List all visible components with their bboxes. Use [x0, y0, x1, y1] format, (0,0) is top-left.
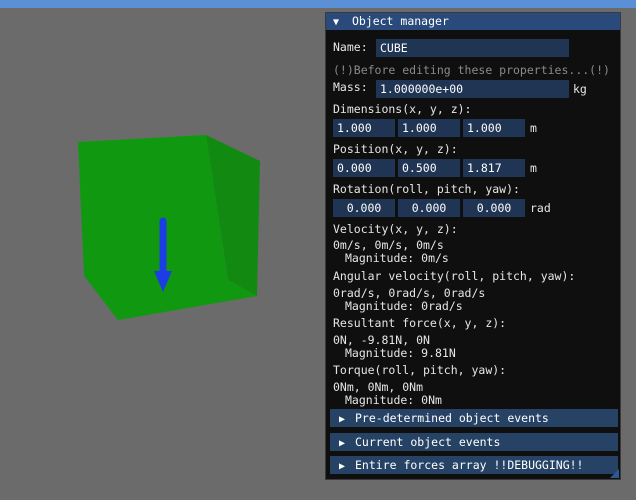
section-label: Pre-determined object events — [355, 411, 549, 425]
mass-input[interactable]: 1.000000e+00 — [376, 80, 569, 98]
position-x-input[interactable]: 0.000 — [333, 159, 395, 177]
position-y-input[interactable]: 0.500 — [398, 159, 460, 177]
position-z-input[interactable]: 1.817 — [463, 159, 525, 177]
velocity-label: Velocity(x, y, z): — [333, 222, 458, 236]
rotation-pitch-input[interactable]: 0.000 — [398, 199, 460, 217]
collapse-triangle-icon[interactable]: ▼ — [333, 14, 345, 31]
angular-velocity-magnitude: Magnitude: 0rad/s — [345, 299, 463, 313]
resultant-force-value: 0N, -9.81N, 0N — [333, 333, 430, 347]
name-input[interactable]: CUBE — [376, 39, 569, 57]
rotation-label: Rotation(roll, pitch, yaw): — [333, 182, 520, 196]
expand-triangle-icon: ▶ — [339, 414, 346, 425]
section-label: Entire forces array !!DEBUGGING!! — [355, 458, 584, 472]
window-title: Object manager — [351, 14, 449, 28]
position-label: Position(x, y, z): — [333, 142, 458, 156]
dimension-x-input[interactable]: 1.000 — [333, 119, 395, 137]
resultant-force-magnitude: Magnitude: 9.81N — [345, 346, 456, 360]
section-forces-array[interactable]: ▶ Entire forces array !!DEBUGGING!! — [330, 456, 618, 474]
section-label: Current object events — [355, 435, 501, 449]
resize-grip-icon[interactable] — [610, 469, 619, 478]
angular-velocity-label: Angular velocity(roll, pitch, yaw): — [333, 269, 576, 283]
section-current-events[interactable]: ▶ Current object events — [330, 433, 618, 451]
rotation-roll-input[interactable]: 0.000 — [333, 199, 395, 217]
dimension-z-input[interactable]: 1.000 — [463, 119, 525, 137]
velocity-magnitude: Magnitude: 0m/s — [345, 251, 449, 265]
expand-triangle-icon: ▶ — [339, 438, 346, 449]
dimensions-label: Dimensions(x, y, z): — [333, 102, 472, 116]
object-manager-titlebar[interactable]: ▼ Object manager — [326, 13, 620, 30]
dimension-y-input[interactable]: 1.000 — [398, 119, 460, 137]
dimensions-unit: m — [530, 121, 537, 135]
torque-magnitude: Magnitude: 0Nm — [345, 393, 442, 407]
torque-label: Torque(roll, pitch, yaw): — [333, 363, 507, 377]
rotation-unit: rad — [530, 201, 551, 215]
window-top-bar — [0, 0, 636, 8]
name-label: Name: — [333, 40, 368, 54]
resultant-force-label: Resultant force(x, y, z): — [333, 316, 507, 330]
warning-text: (!)Before editing these properties...(!) — [333, 63, 610, 77]
position-unit: m — [530, 161, 537, 175]
velocity-value: 0m/s, 0m/s, 0m/s — [333, 238, 444, 252]
section-predetermined-events[interactable]: ▶ Pre-determined object events — [330, 409, 618, 427]
rotation-yaw-input[interactable]: 0.000 — [463, 199, 525, 217]
expand-triangle-icon: ▶ — [339, 461, 346, 472]
mass-unit: kg — [573, 82, 587, 96]
mass-label: Mass: — [333, 80, 368, 94]
torque-value: 0Nm, 0Nm, 0Nm — [333, 380, 424, 394]
object-manager-window[interactable]: ▼ Object manager Name: CUBE (!)Before ed… — [325, 12, 621, 480]
angular-velocity-value: 0rad/s, 0rad/s, 0rad/s — [333, 286, 486, 300]
